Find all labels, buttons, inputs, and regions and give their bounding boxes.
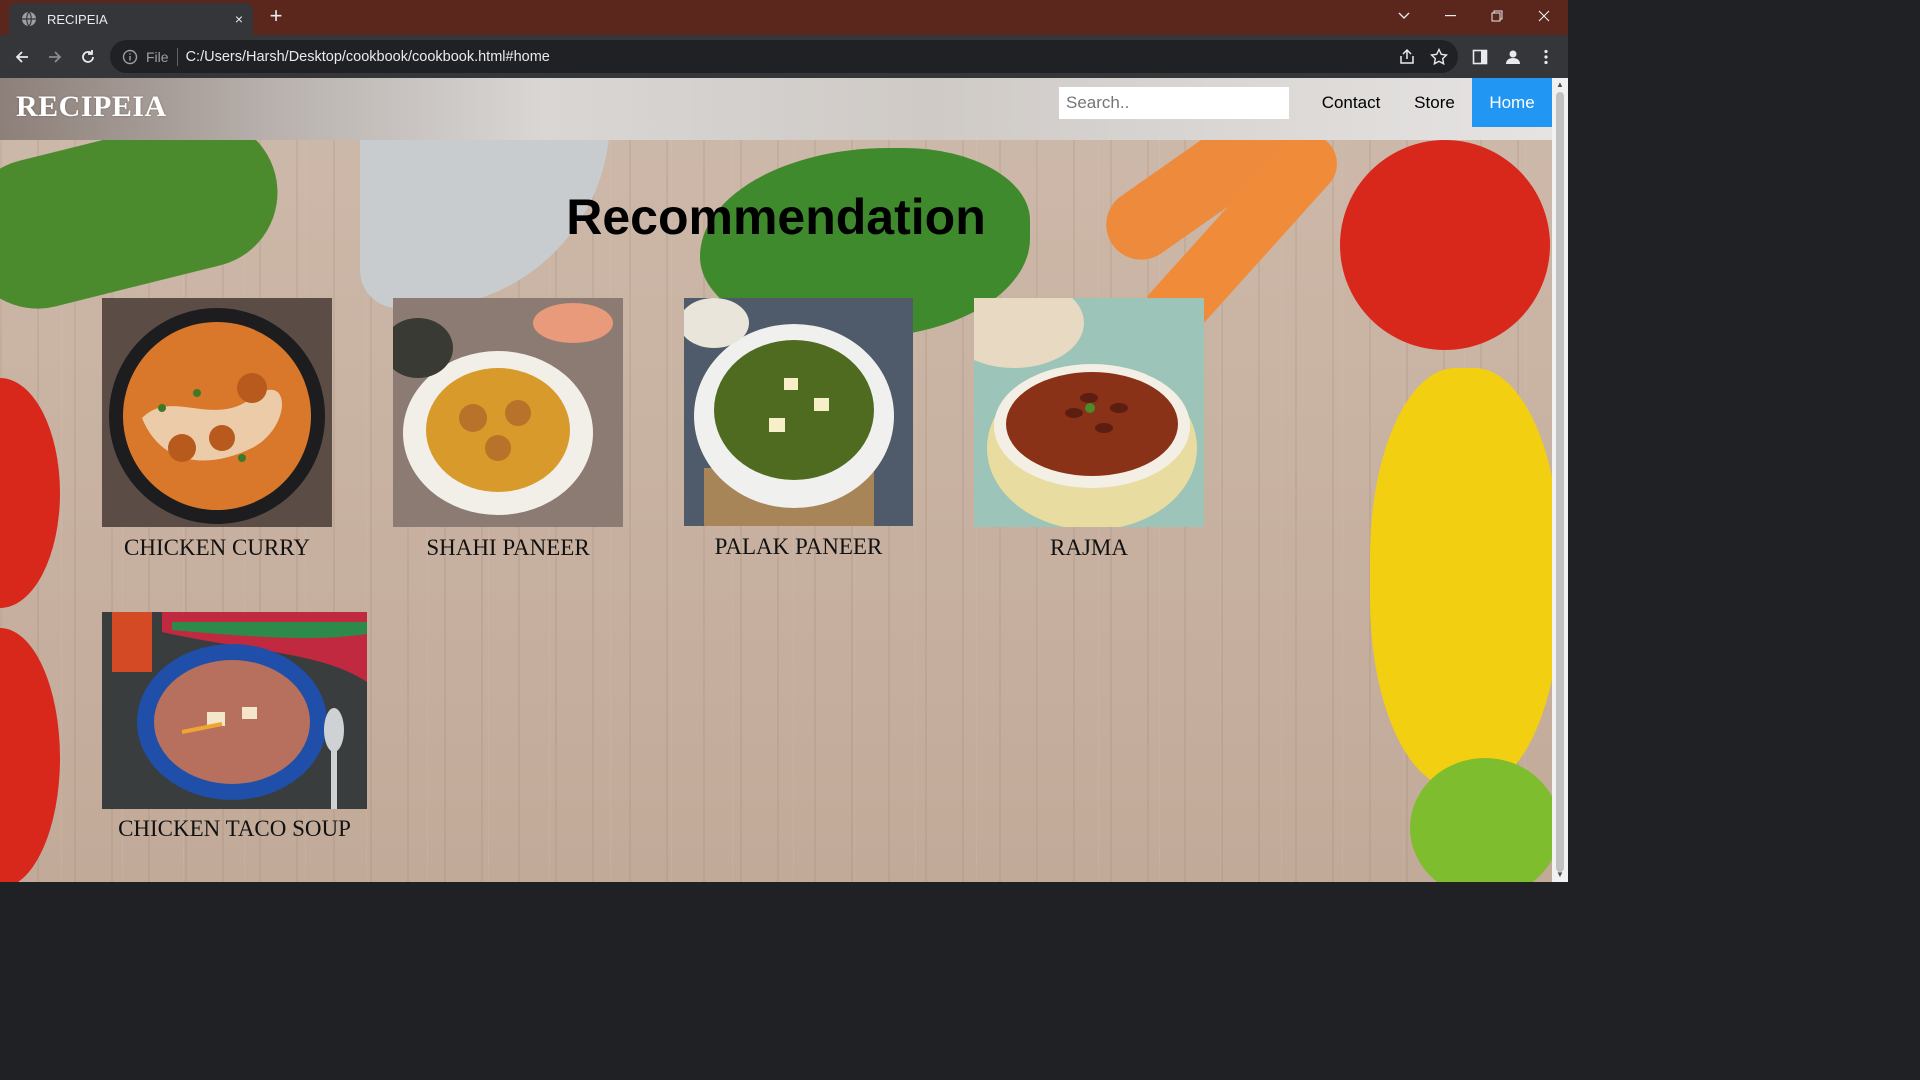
palak-paneer-image[interactable] xyxy=(684,298,913,526)
nav-contact-link[interactable]: Contact xyxy=(1305,78,1397,127)
profile-icon[interactable] xyxy=(1499,43,1527,71)
scroll-down-icon[interactable]: ▼ xyxy=(1556,871,1564,879)
recipe-title[interactable]: SHAHI PANEER xyxy=(393,535,623,561)
page-viewport: RECIPEIA Contact Store Home Recommendati… xyxy=(0,78,1552,882)
browser-tab-strip: RECIPEIA × + xyxy=(0,0,1568,35)
address-bar[interactable]: File C:/Users/Harsh/Desktop/cookbook/coo… xyxy=(110,40,1458,73)
site-logo[interactable]: RECIPEIA xyxy=(16,90,167,124)
share-icon[interactable] xyxy=(1398,48,1416,66)
new-tab-button[interactable]: + xyxy=(264,5,288,29)
url-divider xyxy=(176,47,178,66)
side-panel-icon[interactable] xyxy=(1466,43,1494,71)
tab-search-chevron-icon[interactable] xyxy=(1381,0,1427,32)
recipe-title[interactable]: CHICKEN CURRY xyxy=(102,535,332,561)
recipe-title[interactable]: RAJMA xyxy=(974,535,1204,561)
nav-home-link[interactable]: Home xyxy=(1472,78,1552,127)
chicken-taco-soup-image[interactable] xyxy=(102,612,367,809)
site-navbar: RECIPEIA Contact Store Home xyxy=(0,78,1552,140)
url-text[interactable]: C:/Users/Harsh/Desktop/cookbook/cookbook… xyxy=(186,49,1458,65)
forward-arrow-icon[interactable] xyxy=(41,43,69,71)
scrollbar-thumb[interactable] xyxy=(1556,92,1564,872)
url-scheme-label: File xyxy=(146,48,169,65)
page-heading: Recommendation xyxy=(566,189,986,245)
browser-toolbar: File C:/Users/Harsh/Desktop/cookbook/coo… xyxy=(0,35,1568,78)
tab-title: RECIPEIA xyxy=(47,11,108,27)
nav-store-link[interactable]: Store xyxy=(1397,78,1472,127)
recipe-title[interactable]: PALAK PANEER xyxy=(684,534,913,560)
globe-icon xyxy=(22,11,36,27)
rajma-image[interactable] xyxy=(974,298,1204,527)
close-tab-icon[interactable]: × xyxy=(225,11,253,27)
window-close-icon[interactable] xyxy=(1521,0,1567,32)
reload-icon[interactable] xyxy=(74,43,102,71)
yellow-pepper-decoration xyxy=(1370,368,1552,788)
chicken-curry-image[interactable] xyxy=(102,298,332,527)
page-scrollbar[interactable]: ▲ ▼ xyxy=(1552,78,1568,882)
recipe-title[interactable]: CHICKEN TACO SOUP xyxy=(102,816,367,842)
back-arrow-icon[interactable] xyxy=(8,43,36,71)
minimize-icon[interactable] xyxy=(1427,0,1473,32)
info-icon[interactable] xyxy=(122,49,138,65)
bookmark-star-icon[interactable] xyxy=(1430,48,1448,66)
restore-icon[interactable] xyxy=(1474,0,1520,32)
shahi-paneer-image[interactable] xyxy=(393,298,623,527)
search-input[interactable] xyxy=(1059,87,1289,119)
more-menu-icon[interactable] xyxy=(1532,43,1560,71)
left-tomato-decoration-2 xyxy=(0,628,60,882)
browser-tab[interactable]: RECIPEIA × xyxy=(9,3,253,35)
scroll-up-icon[interactable]: ▲ xyxy=(1556,81,1564,89)
left-tomato-decoration xyxy=(0,378,60,608)
